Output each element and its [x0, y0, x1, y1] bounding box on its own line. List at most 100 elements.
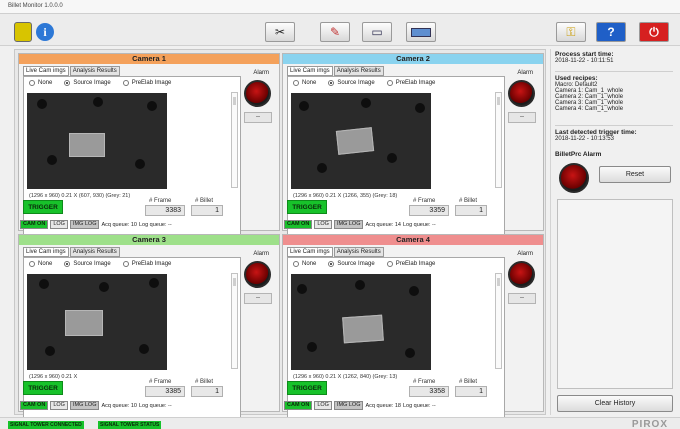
tab-live-cam-imgs[interactable]: Live Cam imgs: [23, 247, 69, 257]
radio-dot: [29, 80, 35, 86]
frame-count: 3383: [145, 205, 185, 216]
image-spot: [361, 98, 371, 108]
radio-none[interactable]: None: [29, 261, 52, 267]
acq-queue: Acq queue: 14: [365, 221, 401, 228]
radio-preelab-image[interactable]: PreElab Image: [386, 80, 435, 86]
log-badge[interactable]: LOG: [314, 401, 332, 410]
camera-panel-2: Camera 2 Live Cam imgs Analysis Results …: [282, 53, 544, 244]
tab-live-cam-imgs[interactable]: Live Cam imgs: [287, 66, 333, 76]
acq-queue: Acq queue: 10: [101, 221, 137, 228]
image-spot: [37, 99, 47, 109]
img-log-badge[interactable]: IMG LOG: [69, 220, 100, 229]
radio-source-image[interactable]: Source Image: [328, 261, 375, 267]
radio-source-image[interactable]: Source Image: [328, 80, 375, 86]
lock-button[interactable]: ⚿: [556, 22, 586, 42]
alarm-led-icon: [244, 261, 271, 288]
camera-tabs: Live Cam imgs Analysis Results: [23, 247, 120, 257]
image-spot: [147, 101, 157, 111]
img-log-badge[interactable]: IMG LOG: [69, 401, 100, 410]
window-title: Billet Monitor 1.0.0.0: [0, 0, 680, 14]
tab-analysis-results[interactable]: Analysis Results: [69, 247, 120, 257]
logo-icon[interactable]: [14, 22, 32, 42]
trigger-button[interactable]: TRIGGER: [287, 200, 327, 214]
reset-button[interactable]: Reset: [599, 166, 671, 183]
image-scrollbar[interactable]: [231, 273, 238, 369]
info-icon[interactable]: i: [36, 23, 54, 41]
log-badge[interactable]: LOG: [314, 220, 332, 229]
radio-preelab-image[interactable]: PreElab Image: [122, 261, 171, 267]
eraser-button[interactable]: ✎: [320, 22, 350, 42]
tab-analysis-results[interactable]: Analysis Results: [69, 66, 120, 76]
keyboard-button[interactable]: [406, 22, 436, 42]
power-button[interactable]: ⏻: [639, 22, 669, 42]
radio-source-image[interactable]: Source Image: [64, 80, 111, 86]
image-spot: [139, 344, 149, 354]
image-scrollbar[interactable]: [495, 92, 502, 188]
camera-image[interactable]: [291, 93, 431, 189]
radio-dot: [386, 80, 393, 86]
image-info: (1296 x 960) 0.21 X (607, 930) (Grey: 21…: [29, 193, 131, 199]
billet-count: 1: [191, 205, 223, 216]
recipes-section: Used recipes: Macro: Default2 Camera 1: …: [555, 75, 675, 112]
help-button[interactable]: ?: [596, 22, 626, 42]
tab-live-cam-imgs[interactable]: Live Cam imgs: [23, 66, 69, 76]
process-start-label: Process start time:: [555, 51, 614, 58]
img-log-badge[interactable]: IMG LOG: [333, 401, 364, 410]
trigger-button[interactable]: TRIGGER: [23, 200, 63, 214]
billet-shape: [335, 127, 375, 155]
frame-count: 3385: [145, 386, 185, 397]
billet-alarm-led-icon: [559, 163, 589, 193]
image-scrollbar[interactable]: [495, 273, 502, 369]
radio-label: PreElab Image: [131, 80, 172, 86]
tools-button[interactable]: ✂: [265, 22, 295, 42]
trigger-time-label: Last detected trigger time:: [555, 129, 637, 136]
image-spot: [299, 101, 309, 111]
cam-on-badge[interactable]: CAM ON: [20, 220, 49, 229]
radio-label: PreElab Image: [395, 261, 436, 267]
billet-count: 1: [191, 386, 223, 397]
billet-count: 1: [455, 205, 487, 216]
help-icon: ?: [607, 25, 615, 39]
alarm-value: --: [508, 293, 536, 304]
alarm-led-icon: [508, 80, 535, 107]
radio-preelab-image[interactable]: PreElab Image: [122, 80, 172, 86]
tab-analysis-results[interactable]: Analysis Results: [333, 66, 384, 76]
image-scrollbar[interactable]: [231, 92, 238, 188]
tab-live-cam-imgs[interactable]: Live Cam imgs: [287, 247, 333, 257]
radio-source-image[interactable]: Source Image: [64, 261, 111, 267]
image-spot: [93, 97, 103, 107]
image-spot: [387, 153, 397, 163]
history-list[interactable]: [557, 199, 673, 389]
trigger-time-section: Last detected trigger time: 2018-11-22 -…: [555, 129, 675, 142]
camera-image[interactable]: [27, 274, 167, 370]
monitor-button[interactable]: ▭: [362, 22, 392, 42]
cam-on-badge[interactable]: CAM ON: [284, 220, 313, 229]
alarm-value: --: [244, 293, 272, 304]
camera-image[interactable]: [27, 93, 167, 189]
tools-icon: ✂: [274, 25, 286, 39]
divider: [555, 125, 673, 126]
radio-none[interactable]: None: [293, 261, 316, 267]
log-badge[interactable]: LOG: [50, 401, 68, 410]
image-spot: [39, 279, 49, 289]
trigger-button[interactable]: TRIGGER: [287, 381, 327, 395]
image-mode-radios: None Source Image PreElab Image: [293, 261, 435, 267]
trigger-button[interactable]: TRIGGER: [23, 381, 63, 395]
log-badge[interactable]: LOG: [50, 220, 68, 229]
img-log-badge[interactable]: IMG LOG: [333, 220, 364, 229]
frame-count: 3359: [409, 205, 449, 216]
clear-history-button[interactable]: Clear History: [557, 395, 673, 412]
radio-dot: [29, 261, 35, 267]
camera-image[interactable]: [291, 274, 431, 370]
image-spot: [317, 163, 327, 173]
process-start-section: Process start time: 2018-11-22 - 10:11:5…: [555, 51, 675, 64]
radio-none[interactable]: None: [293, 80, 316, 86]
radio-preelab-image[interactable]: PreElab Image: [386, 261, 436, 267]
camera-panel-1: Camera 1 Live Cam imgs Analysis Results …: [18, 53, 280, 244]
alarm-led-icon: [508, 261, 535, 288]
alarm-value: --: [508, 112, 536, 123]
radio-none[interactable]: None: [29, 80, 52, 86]
cam-on-badge[interactable]: CAM ON: [20, 401, 49, 410]
cam-on-badge[interactable]: CAM ON: [284, 401, 313, 410]
tab-analysis-results[interactable]: Analysis Results: [333, 247, 384, 257]
